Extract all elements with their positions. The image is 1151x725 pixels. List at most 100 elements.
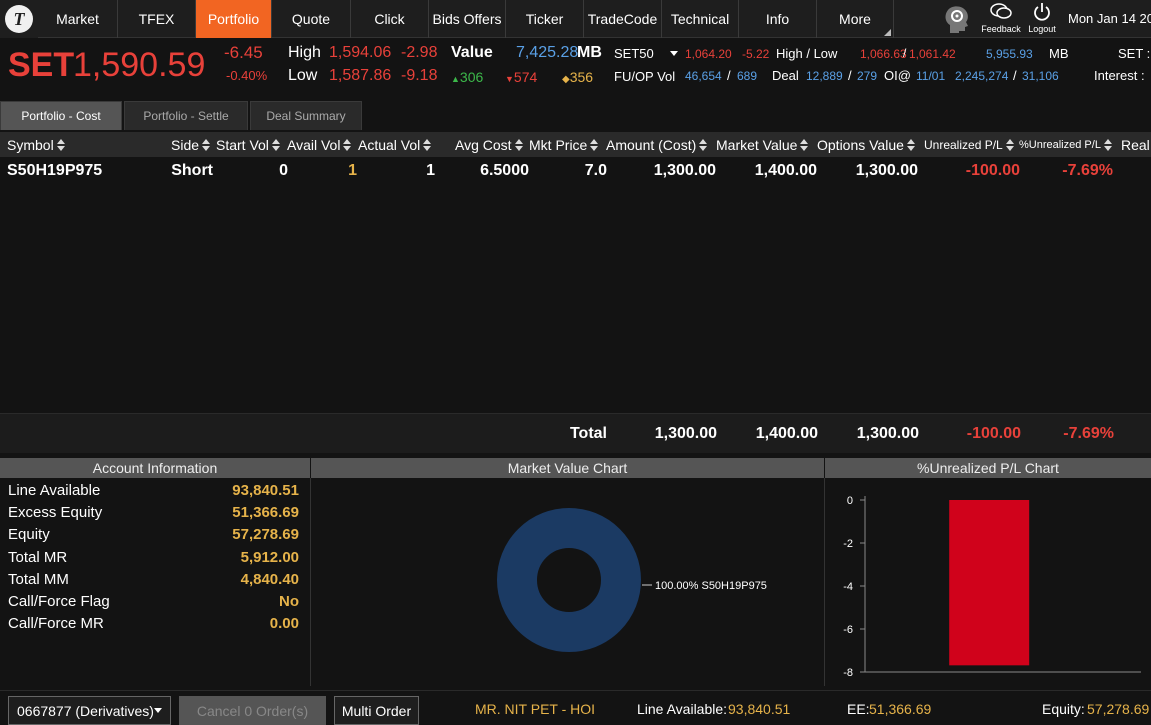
sort-icon [56, 138, 65, 151]
ai-label: Total MR [8, 549, 68, 566]
feedback-icon [990, 3, 1012, 19]
top-nav: T Market TFEX Portfolio Quote Click Bids… [0, 0, 1151, 38]
ai-label: Equity [8, 526, 50, 543]
feedback-button[interactable]: Feedback [980, 2, 1022, 34]
declines-value: 574 [513, 69, 538, 85]
fuop-label: FU/OP Vol [614, 69, 676, 84]
high-value: 1,594.06 [329, 44, 392, 61]
nav-market[interactable]: Market [38, 0, 118, 38]
nav-tfex[interactable]: TFEX [118, 0, 196, 38]
nav-ticker[interactable]: Ticker [506, 0, 584, 38]
set50-low: 1,061.42 [909, 47, 956, 61]
index-name: SET [8, 46, 75, 84]
power-icon [1034, 3, 1050, 21]
unchanged-icon: ◆ [562, 74, 570, 85]
nav-portfolio[interactable]: Portfolio [196, 0, 272, 38]
col-symbol[interactable]: Symbol [7, 132, 65, 157]
high-label: High [288, 44, 321, 61]
nav-tradecode[interactable]: TradeCode [584, 0, 662, 38]
sort-icon [1103, 138, 1112, 151]
y-tick-label: 0 [847, 495, 853, 507]
nav-more[interactable]: More [817, 0, 894, 38]
col-start-vol[interactable]: Start Vol [216, 132, 280, 157]
total-row: Total 1,300.00 1,400.00 1,300.00 -100.00… [0, 413, 1151, 453]
nav-quote[interactable]: Quote [272, 0, 351, 38]
footer-equity: 57,278.69 [1087, 701, 1150, 717]
col-amount-cost[interactable]: Amount (Cost) [606, 132, 708, 157]
value-amount: 7,425.28 [516, 44, 579, 61]
high-change: -2.98 [401, 44, 438, 61]
deal-a: 12,889 [806, 69, 843, 83]
tab-portfolio-settle[interactable]: Portfolio - Settle [124, 101, 248, 130]
account-select[interactable]: 0667877 (Derivatives) [8, 696, 171, 725]
y-tick-label: -8 [843, 667, 853, 679]
index-value: 1,590.59 [73, 46, 206, 84]
col-mkt-price[interactable]: Mkt Price [529, 132, 599, 157]
col-unrealized-pl[interactable]: Unrealized P/L [924, 132, 1014, 157]
ai-value: 0.00 [269, 615, 299, 632]
tab-portfolio-cost[interactable]: Portfolio - Cost [0, 101, 122, 130]
col-options-value[interactable]: Options Value [817, 132, 915, 157]
set50-change: -5.22 [742, 47, 770, 61]
cell-avail-vol: 1 [348, 162, 357, 179]
ai-value: 57,278.69 [232, 526, 299, 543]
bar [949, 500, 1030, 666]
app-logo[interactable]: T [0, 0, 38, 38]
footer-line-available: 93,840.51 [728, 701, 791, 717]
ai-label: Line Available [8, 482, 101, 499]
ai-value: 4,840.40 [240, 571, 299, 588]
brain-head-icon[interactable] [942, 3, 972, 35]
total-amount-cost: 1,300.00 [654, 425, 717, 442]
cell-avg-cost: 6.5000 [480, 162, 529, 179]
set50-high: 1,066.63 [860, 47, 907, 61]
total-unrealized-pl: -100.00 [966, 425, 1021, 442]
multi-order-button[interactable]: Multi Order [334, 696, 419, 725]
cell-start-vol: 0 [279, 162, 288, 179]
cell-amount-cost: 1,300.00 [653, 162, 716, 179]
set50-val: 5,955.93 [986, 47, 1033, 61]
sort-icon [699, 138, 708, 151]
cell-actual-vol: 1 [426, 162, 435, 179]
table-header: Symbol Side Start Vol Avail Vol Actual V… [0, 132, 1151, 157]
cell-symbol: S50H19P975 [7, 162, 103, 179]
sort-icon [423, 138, 432, 151]
highlow-label: High / Low [776, 46, 838, 61]
down-arrow-icon: ▼ [505, 74, 514, 84]
total-market-value: 1,400.00 [755, 425, 818, 442]
sort-icon [906, 138, 915, 151]
fuop-b: 689 [737, 69, 758, 83]
oi-date: 11/01 [916, 69, 946, 83]
col-realized[interactable]: Real [1121, 132, 1150, 157]
col-avail-vol[interactable]: Avail Vol [287, 132, 352, 157]
cancel-orders-button[interactable]: Cancel 0 Order(s) [179, 696, 326, 725]
ai-value: No [279, 593, 299, 610]
footer: 0667877 (Derivatives) Cancel 0 Order(s) … [0, 690, 1151, 725]
donut-label: 100.00% S50H19P975 [655, 580, 767, 592]
value-label: Value [451, 44, 493, 61]
logout-button[interactable]: Logout [1025, 2, 1059, 34]
market-value-chart-title: Market Value Chart [311, 458, 824, 478]
user-name: MR. NIT PET - HOI [475, 701, 596, 717]
set-colon-label: SET : [1118, 46, 1151, 61]
tab-deal-summary[interactable]: Deal Summary [250, 101, 362, 130]
oi-a: 2,245,274 [955, 69, 1009, 83]
set50-dropdown-icon[interactable] [670, 51, 678, 56]
ai-value: 51,366.69 [232, 504, 299, 521]
col-side[interactable]: Side [171, 132, 211, 157]
advances-value: 306 [459, 69, 484, 85]
col-market-value[interactable]: Market Value [716, 132, 809, 157]
date-display: Mon Jan 14 20 [1068, 11, 1151, 26]
nav-bids-offers[interactable]: Bids Offers [429, 0, 506, 38]
nav-info[interactable]: Info [739, 0, 817, 38]
nav-technical[interactable]: Technical [662, 0, 739, 38]
col-actual-vol[interactable]: Actual Vol [358, 132, 432, 157]
total-pct-unrealized-pl: -7.69% [1063, 425, 1114, 442]
col-avg-cost[interactable]: Avg Cost [455, 132, 523, 157]
col-pct-unrealized-pl[interactable]: %Unrealized P/L [1019, 132, 1112, 157]
unchanged: ◆356 [562, 69, 593, 85]
footer-equity-label: Equity: [1042, 701, 1085, 717]
set50-value: 1,064.20 [685, 47, 732, 61]
nav-click[interactable]: Click [351, 0, 429, 38]
sort-icon [800, 138, 809, 151]
logo-icon: T [5, 5, 33, 33]
